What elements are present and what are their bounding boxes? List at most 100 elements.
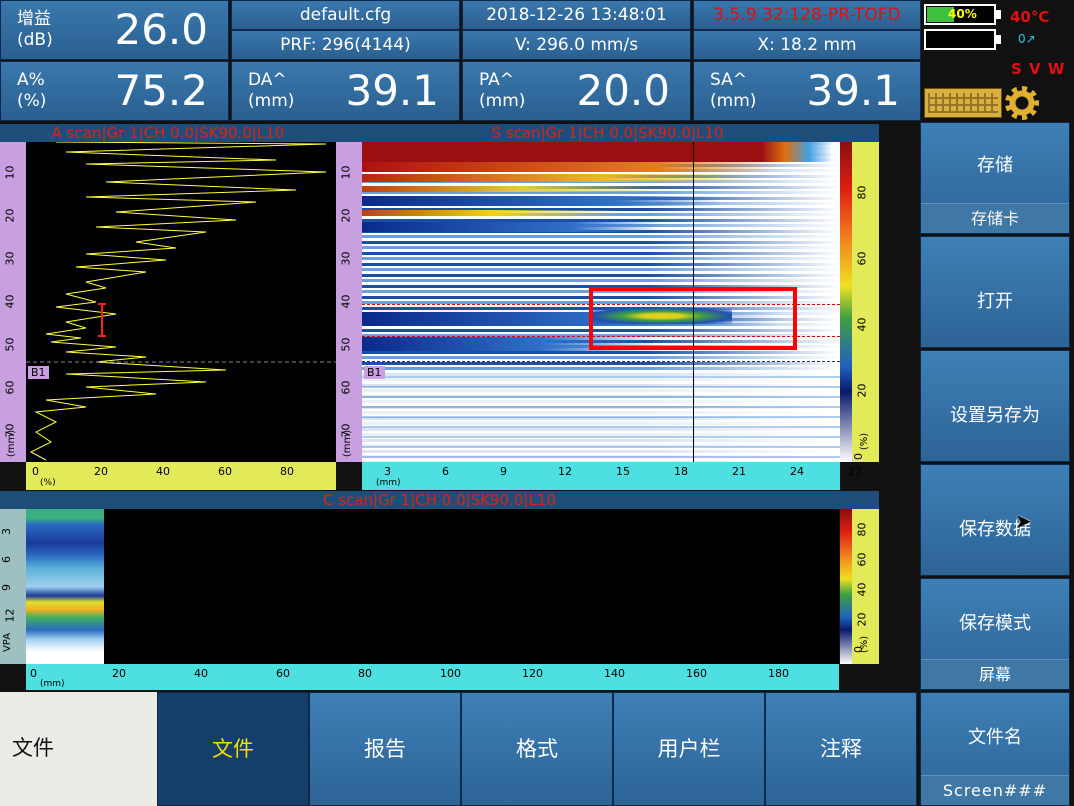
ruler-tick-label: 60: [339, 380, 353, 395]
keyboard-icon[interactable]: [924, 88, 1002, 118]
ruler-tick-label: 10: [339, 165, 353, 180]
sidebar-item-file-name[interactable]: 文件名 Screen###: [920, 692, 1070, 806]
ruler-tick-label: 18: [674, 465, 688, 478]
sidebar-item-save-mode[interactable]: 保存模式 屏幕: [920, 578, 1070, 690]
tab-file[interactable]: 文件: [157, 692, 309, 806]
sa-field[interactable]: SA^ (mm) 39.1: [693, 61, 921, 121]
ruler-tick-label: 40: [855, 317, 869, 332]
direction-icon: 0↗: [1018, 32, 1036, 46]
sa-unit: (mm): [710, 91, 757, 111]
ruler-tick-label: 140: [604, 667, 625, 680]
ruler-tick-label: 30: [3, 251, 17, 266]
menu-title: 文件: [0, 692, 157, 806]
tab-report[interactable]: 报告: [309, 692, 461, 806]
a-scan-waveform: [26, 142, 336, 461]
s-scan-index-ruler: 3 6 9 12 15 18 21 24 27 (mm): [362, 462, 862, 490]
ruler-tick-label: 80: [280, 465, 294, 478]
battery-icon: 40%: [924, 4, 996, 25]
ruler-tick-label: 0: [32, 465, 39, 478]
sidebar-item-open[interactable]: 打开: [920, 236, 1070, 348]
ruler-tick-label: 20: [339, 208, 353, 223]
ruler-tick-label: 40: [855, 582, 869, 597]
c-scan-palette-ruler: 80 60 40 20 0 (%): [852, 509, 879, 664]
ruler-tick-label: 20: [112, 667, 126, 680]
gain-field[interactable]: 增益 (dB) 26.0: [0, 0, 229, 60]
ruler-tick-label: 30: [339, 251, 353, 266]
svw-indicator: S V W: [1011, 60, 1066, 78]
ruler-tick-label: 9: [500, 465, 507, 478]
sidebar-item-storage-value: 存储卡: [921, 203, 1069, 233]
ruler-tick-label: 24: [790, 465, 804, 478]
datetime: 2018-12-26 13:48:01: [462, 0, 691, 30]
ruler-tick-label: 12: [558, 465, 572, 478]
amplitude-label: A%: [17, 70, 45, 90]
s-scan-palette-ruler: 80 60 40 20 0 (%): [852, 142, 879, 462]
ruler-tick-label: 80: [855, 522, 869, 537]
ruler-tick-label: 27: [848, 465, 862, 478]
c-scan-palette-unit: (%): [859, 635, 871, 654]
ruler-tick-label: 6: [442, 465, 449, 478]
ruler-tick-label: 60: [276, 667, 290, 680]
battery-percent: 40%: [948, 7, 977, 21]
pa-unit: (mm): [479, 91, 526, 111]
sidebar-item-save-data[interactable]: 保存数据 ➤: [920, 464, 1070, 576]
ruler-tick-label: 100: [440, 667, 461, 680]
da-field[interactable]: DA^ (mm) 39.1: [231, 61, 460, 121]
pa-field[interactable]: PA^ (mm) 20.0: [462, 61, 691, 121]
c-scan-scan-ruler: 0 20 40 60 80 100 120 140 160 180 (mm): [26, 664, 839, 690]
da-value: 39.1: [345, 66, 439, 115]
s-scan-title: S scan|Gr 1|CH 0.0|SK90.0|L10: [336, 124, 879, 142]
ruler-tick-label: 3: [0, 528, 13, 535]
ruler-tick-label: 40: [339, 294, 353, 309]
a-scan-amplitude-unit: (%): [40, 478, 56, 488]
c-scan-scan-unit: (mm): [40, 679, 65, 689]
a-scan-depth-unit: (mm): [6, 429, 18, 458]
sidebar-item-storage[interactable]: 存储 存储卡: [920, 122, 1070, 234]
tab-notes[interactable]: 注释: [765, 692, 917, 806]
direction-value: 0: [1018, 32, 1026, 46]
temperature: 40°C: [1010, 8, 1050, 26]
c-scan-image[interactable]: [26, 509, 839, 664]
a-scan-depth-ruler: 10 20 30 40 50 60 70 (mm): [0, 142, 26, 462]
sidebar-item-label: 保存模式: [959, 613, 1031, 634]
s-scan-image[interactable]: B1: [362, 142, 840, 462]
sa-value: 39.1: [806, 66, 900, 115]
gain-value: 26.0: [114, 5, 208, 54]
sidebar-item-save-mode-value: 屏幕: [921, 659, 1069, 689]
ruler-tick-label: 0: [852, 453, 865, 460]
ruler-tick-label: 160: [686, 667, 707, 680]
x-position: X: 18.2 mm: [693, 30, 921, 60]
amplitude-value: 75.2: [114, 66, 208, 115]
gain-unit: (dB): [17, 30, 53, 50]
ruler-tick-label: 3: [384, 465, 391, 478]
ruler-tick-label: 21: [732, 465, 746, 478]
amplitude-field[interactable]: A% (%) 75.2: [0, 61, 229, 121]
ruler-tick-label: 80: [358, 667, 372, 680]
ruler-tick-label: 20: [3, 208, 17, 223]
tab-user-field[interactable]: 用户栏: [613, 692, 765, 806]
c-scan-vpa-ruler: 3 6 9 12 VPA: [0, 509, 26, 664]
gear-icon[interactable]: [1005, 86, 1039, 120]
tab-format[interactable]: 格式: [461, 692, 613, 806]
sidebar-item-label: 文件名: [968, 727, 1022, 748]
ruler-tick-label: 6: [0, 556, 13, 563]
c-scan-palette: [840, 509, 852, 664]
a-scan-plot[interactable]: B1: [26, 142, 336, 462]
ruler-tick-label: 50: [339, 337, 353, 352]
ruler-tick-label: 40: [194, 667, 208, 680]
ruler-tick-label: 80: [855, 185, 869, 200]
ruler-tick-label: 20: [94, 465, 108, 478]
defect-roi-box[interactable]: [589, 287, 797, 350]
s-scan-palette-unit: (%): [859, 432, 871, 451]
a-scan-title: A scan|Gr 1|CH 0.0|SK90.0|L10: [0, 124, 336, 142]
pa-value: 20.0: [576, 66, 670, 115]
s-scan-palette: [840, 142, 852, 462]
sidebar-item-file-name-value: Screen###: [921, 775, 1069, 805]
probe-info: 3.5.9 32:128-PR-TOFD: [693, 0, 921, 30]
a-scan-gate-label: B1: [28, 366, 49, 379]
s-scan-depth-ruler: 10 20 30 40 50 60 70 (mm): [336, 142, 362, 462]
sidebar-item-save-setup-as[interactable]: 设置另存为: [920, 350, 1070, 462]
sidebar-item-label: 保存数据: [959, 519, 1031, 540]
s-scan-index-unit: (mm): [376, 478, 401, 488]
ruler-tick-label: 180: [768, 667, 789, 680]
